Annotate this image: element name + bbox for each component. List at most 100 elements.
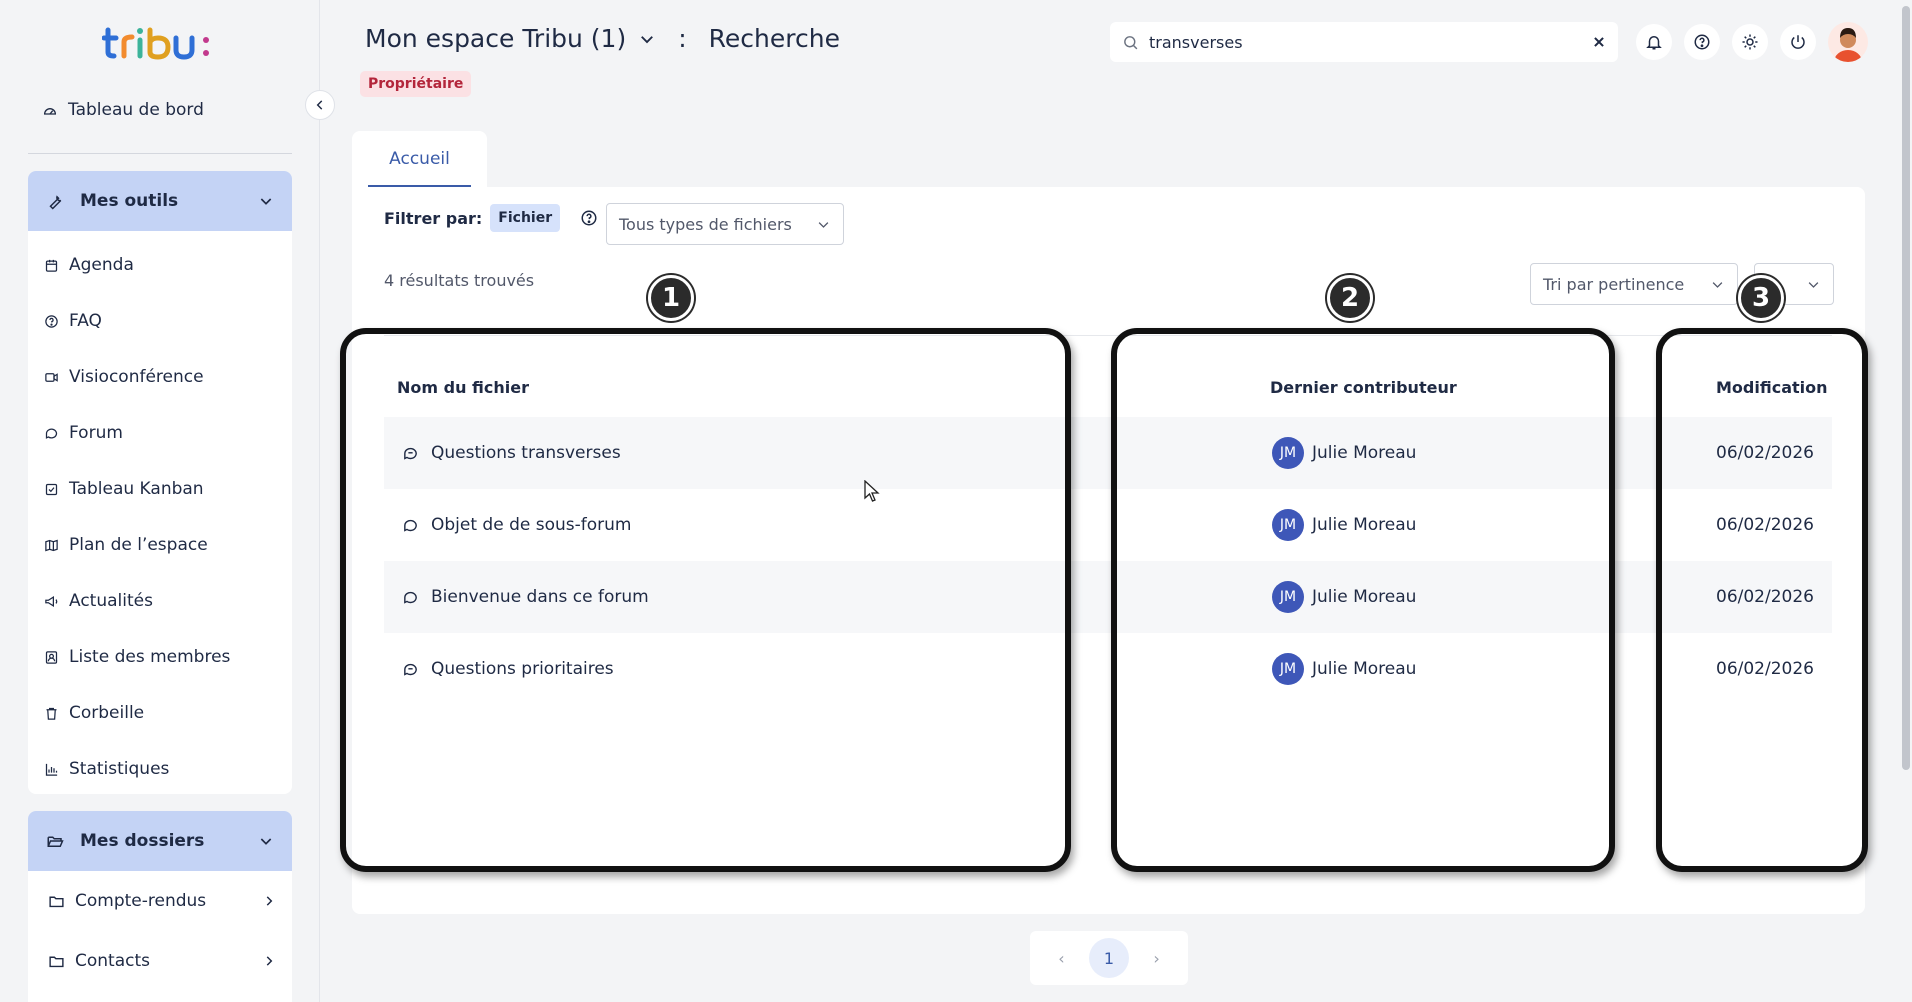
sidebar-item-video[interactable]: Visioconférence	[28, 349, 292, 405]
column-header-name[interactable]: Nom du fichier	[397, 378, 529, 397]
sidebar-item-stats[interactable]: Statistiques	[28, 741, 292, 794]
sidebar-item-faq[interactable]: FAQ	[28, 293, 292, 349]
results-count: 4 résultats trouvés	[384, 271, 535, 290]
megaphone-icon	[45, 595, 58, 607]
contributor-cell: JM Julie Moreau	[1272, 417, 1416, 489]
sort-select[interactable]: Tri par pertinence	[1530, 263, 1738, 305]
chevron-right-icon	[266, 956, 273, 966]
folder-icon	[49, 896, 64, 907]
help-circle-icon	[1694, 34, 1710, 50]
table-top-border	[384, 335, 1832, 336]
active-tab-indicator	[368, 185, 471, 187]
video-icon	[45, 372, 58, 382]
table-row[interactable]: Questions transverses JM Julie Moreau 06…	[384, 417, 1832, 489]
sidebar-item-label: Liste des membres	[69, 647, 231, 667]
scrollbar-thumb[interactable]	[1902, 6, 1910, 770]
sidebar-item-forum[interactable]: Forum	[28, 405, 292, 461]
chevron-down-icon	[1712, 281, 1723, 288]
page-number-button[interactable]: 1	[1088, 938, 1129, 978]
file-name-cell: Bienvenue dans ce forum	[402, 561, 649, 633]
search-input[interactable]	[1149, 32, 1582, 52]
file-name-cell: Questions prioritaires	[402, 633, 614, 705]
chevron-down-icon	[1808, 281, 1819, 288]
bell-icon	[1646, 36, 1662, 50]
chevron-down-icon	[260, 838, 272, 845]
table-row[interactable]: Bienvenue dans ce forum JM Julie Moreau …	[384, 561, 1832, 633]
chevron-right-icon	[266, 896, 273, 906]
sidebar-divider	[28, 153, 292, 154]
logout-button[interactable]	[1780, 24, 1816, 60]
file-name[interactable]: Questions transverses	[431, 443, 621, 463]
sidebar-item-label: Forum	[69, 423, 123, 443]
sidebar-item-agenda[interactable]: Agenda	[28, 237, 292, 293]
tools-group: Mes outils Agenda FAQ Visioconférence Fo…	[28, 171, 292, 794]
sidebar-item-label: Visioconférence	[69, 367, 204, 387]
contributor-cell: JM Julie Moreau	[1272, 489, 1416, 561]
notifications-button[interactable]	[1636, 24, 1672, 60]
user-avatar[interactable]	[1828, 22, 1868, 62]
folder-item-contacts[interactable]: Contacts	[28, 931, 292, 991]
sidebar-item-label: Tableau de bord	[68, 100, 204, 120]
help-button[interactable]	[1684, 24, 1720, 60]
theme-toggle-button[interactable]	[1732, 24, 1768, 60]
contributor-cell: JM Julie Moreau	[1272, 561, 1416, 633]
tab-home[interactable]: Accueil	[352, 131, 487, 187]
folder-open-icon	[47, 836, 64, 847]
contributor-name: Julie Moreau	[1312, 515, 1417, 535]
chevron-down-icon	[260, 198, 272, 205]
sidebar-item-dashboard[interactable]: Tableau de bord	[42, 100, 204, 120]
contributor-cell: JM Julie Moreau	[1272, 633, 1416, 705]
file-name[interactable]: Questions prioritaires	[431, 659, 614, 679]
trash-icon	[46, 707, 57, 720]
page-title: Recherche	[708, 24, 840, 53]
folders-group-header[interactable]: Mes dossiers	[28, 811, 292, 871]
table-row[interactable]: Questions prioritaires JM Julie Moreau 0…	[384, 633, 1832, 705]
column-header-modified[interactable]: Modification	[1716, 378, 1828, 397]
prev-page-button[interactable]: ‹	[1058, 949, 1064, 968]
sun-icon	[1742, 34, 1758, 50]
annotation-marker-3: 3	[1738, 275, 1784, 321]
page-header: Mon espace Tribu (1) : Recherche	[365, 24, 840, 53]
map-icon	[45, 539, 58, 551]
file-name[interactable]: Objet de de sous-forum	[431, 515, 631, 535]
folders-group: Mes dossiers Compte-rendus Contacts	[28, 811, 292, 1002]
help-circle-icon[interactable]	[580, 209, 598, 227]
next-page-button[interactable]: ›	[1153, 949, 1159, 968]
tools-group-header[interactable]: Mes outils	[28, 171, 292, 231]
file-name[interactable]: Bienvenue dans ce forum	[431, 587, 649, 607]
file-name-cell: Questions transverses	[402, 417, 621, 489]
contributor-avatar: JM	[1272, 437, 1304, 469]
page-scrollbar[interactable]	[1900, 0, 1912, 1002]
search-icon	[1124, 35, 1138, 49]
sidebar-item-news[interactable]: Actualités	[28, 573, 292, 629]
folder-item-compte-rendus[interactable]: Compte-rendus	[28, 871, 292, 931]
modified-date: 06/02/2026	[1716, 587, 1814, 607]
sidebar-item-trash[interactable]: Corbeille	[28, 685, 292, 741]
gauge-icon	[43, 108, 57, 115]
mouse-cursor-icon	[864, 480, 880, 502]
annotation-marker-2: 2	[1327, 275, 1373, 321]
clear-search-icon[interactable]	[1592, 35, 1606, 49]
sidebar-item-map[interactable]: Plan de l’espace	[28, 517, 292, 573]
column-header-contributor[interactable]: Dernier contributeur	[1270, 378, 1457, 397]
folders-group-label: Mes dossiers	[80, 831, 205, 851]
filter-chip-file[interactable]: Fichier	[490, 204, 561, 232]
annotation-marker-1: 1	[648, 275, 694, 321]
sidebar-item-label: Plan de l’espace	[69, 535, 208, 555]
file-type-select[interactable]: Tous types de fichiers	[606, 203, 844, 245]
contributor-avatar: JM	[1272, 509, 1304, 541]
help-circle-icon	[45, 314, 58, 328]
sidebar-item-label: Tableau Kanban	[69, 479, 204, 499]
modified-date: 06/02/2026	[1716, 443, 1814, 463]
sidebar-item-kanban[interactable]: Tableau Kanban	[28, 461, 292, 517]
tribu-logo[interactable]	[102, 22, 222, 62]
collapse-sidebar-button[interactable]	[305, 90, 335, 120]
sidebar-item-label: FAQ	[69, 311, 102, 331]
sort-select-value: Tri par pertinence	[1543, 274, 1685, 294]
table-row[interactable]: Objet de de sous-forum JM Julie Moreau 0…	[384, 489, 1832, 561]
search-bar	[1110, 22, 1618, 62]
chevron-down-icon[interactable]	[638, 30, 656, 48]
space-title[interactable]: Mon espace Tribu (1)	[365, 24, 626, 53]
filter-bar: Filtrer par: Fichier	[384, 204, 598, 232]
sidebar-item-members[interactable]: Liste des membres	[28, 629, 292, 685]
